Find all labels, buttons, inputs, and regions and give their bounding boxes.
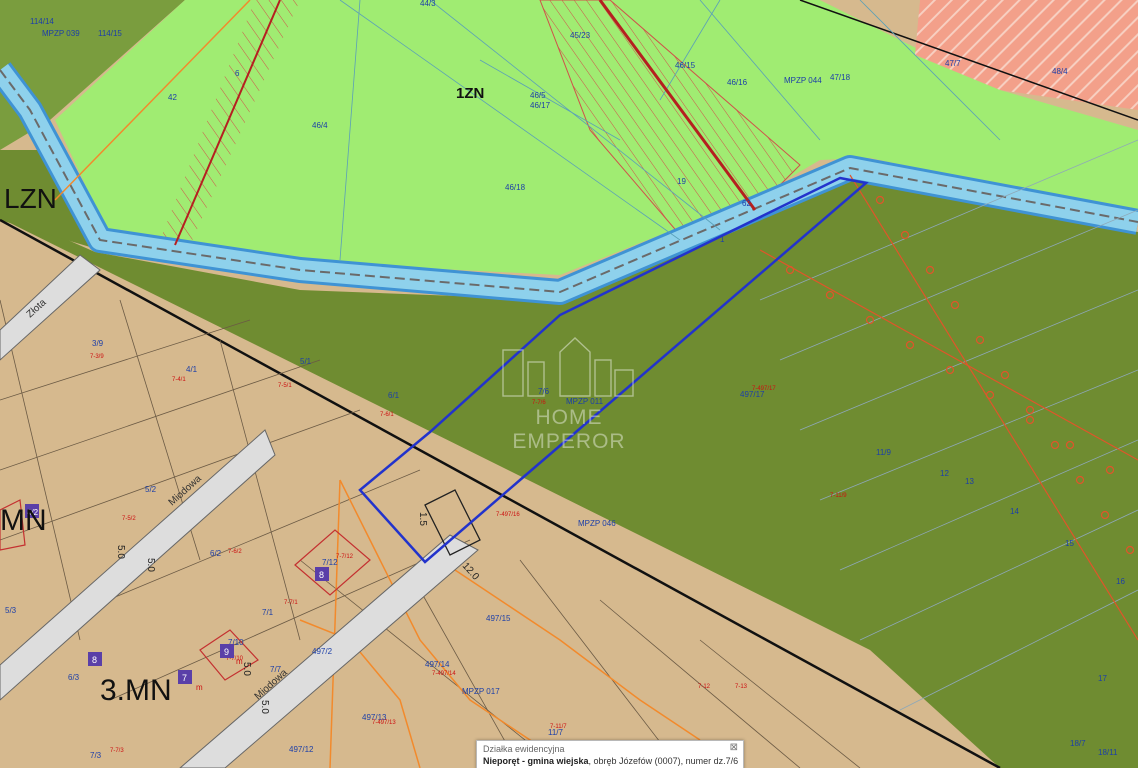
- red-label: 7-7/3: [110, 748, 124, 754]
- label-19: 19: [677, 177, 686, 186]
- label-6-1: 6/1: [388, 391, 400, 400]
- watermark-text: HOME EMPEROR: [512, 406, 626, 453]
- label-16: 16: [1116, 577, 1125, 586]
- label-46-15: 46/15: [675, 61, 696, 70]
- label-46-18: 46/18: [505, 183, 526, 192]
- label-7-1: 7/1: [262, 608, 274, 617]
- label-44-3: 44/3: [420, 0, 436, 8]
- close-icon[interactable]: ⊠: [730, 742, 738, 753]
- label-497-2: 497/2: [312, 647, 333, 656]
- parcel-info-popup: Działka ewidencyjna Nieporęt - gmina wie…: [476, 740, 744, 768]
- svg-text:5.0: 5.0: [241, 662, 252, 676]
- label-46-16: 46/16: [727, 78, 748, 87]
- label-12: 12: [940, 469, 949, 478]
- label-47-18: 47/18: [830, 73, 851, 82]
- red-label: 7-13: [735, 684, 748, 690]
- label-11-9: 11/9: [876, 448, 892, 457]
- popup-title: Działka ewidencyjna: [483, 744, 565, 754]
- svg-text:5.0: 5.0: [259, 700, 270, 714]
- red-label: 7-5/2: [122, 516, 136, 522]
- label-15: 15: [1065, 539, 1074, 548]
- label-114-15: 114/15: [98, 29, 122, 38]
- label-62: 62: [742, 199, 751, 208]
- red-label: 7-4/1: [172, 377, 186, 383]
- label-5-3: 5/3: [5, 606, 17, 615]
- label-497-15: 497/15: [486, 614, 511, 623]
- svg-text:5.0: 5.0: [115, 545, 126, 559]
- zone-mn: MN: [0, 504, 47, 537]
- label-13: 13: [965, 477, 974, 486]
- popup-body: Nieporęt - gmina wiejska, obręb Józefów …: [483, 756, 738, 766]
- label-497-14: 497/14: [425, 660, 450, 669]
- label-114-14: 114/14: [30, 17, 54, 26]
- label-6-3: 6/3: [68, 673, 80, 682]
- label-mpzp-017: MPZP 017: [462, 687, 500, 696]
- svg-text:8: 8: [319, 570, 324, 580]
- label-17: 17: [1098, 674, 1107, 683]
- svg-text:8: 8: [92, 655, 97, 665]
- red-label: 7-7/1: [284, 600, 298, 606]
- label-42: 42: [168, 93, 177, 102]
- label-6: 6: [235, 69, 240, 78]
- red-label: 7-497/16: [496, 512, 520, 518]
- zone-3mn: 3.MN: [100, 674, 172, 707]
- label-45-23: 45/23: [570, 31, 591, 40]
- label-46-5: 46/5: [530, 91, 546, 100]
- red-label: 7-11/7: [550, 724, 567, 730]
- svg-text:m: m: [196, 683, 203, 692]
- label-18-11: 18/11: [1098, 748, 1118, 757]
- red-label: 7-6/2: [228, 549, 242, 555]
- red-label: 7-497/14: [432, 671, 456, 677]
- label-497-12: 497/12: [289, 745, 314, 754]
- red-label: 7-7/12: [336, 554, 354, 560]
- zone-lzn: LZN: [4, 183, 57, 214]
- svg-text:7: 7: [182, 673, 187, 683]
- label-1: 1: [720, 235, 725, 244]
- popup-place: Nieporęt - gmina wiejska: [483, 756, 589, 766]
- label-6-2: 6/2: [210, 549, 222, 558]
- red-label: 7-11/9: [830, 493, 847, 499]
- red-label: 7-12: [698, 684, 711, 690]
- red-label: 7-3/9: [90, 354, 104, 360]
- red-label: 7-5/1: [278, 383, 292, 389]
- label-47-7: 47/7: [945, 59, 961, 68]
- popup-details: , obręb Józefów (0007), numer dz.7/6: [588, 756, 739, 766]
- label-5-1: 5/1: [300, 357, 312, 366]
- label-14: 14: [1010, 507, 1019, 516]
- label-mpzp-046: MPZP 046: [578, 519, 616, 528]
- watermark: HOME EMPEROR: [478, 338, 660, 453]
- label-mpzp-044: MPZP 044: [784, 76, 822, 85]
- label-3-9: 3/9: [92, 339, 104, 348]
- red-label: 7-497/17: [752, 386, 776, 392]
- label-mpzp-039: MPZP 039: [42, 29, 80, 38]
- label-4-1: 4/1: [186, 365, 198, 374]
- label-5-2: 5/2: [145, 485, 157, 494]
- label-18-7: 18/7: [1070, 739, 1086, 748]
- label-46-4: 46/4: [312, 121, 328, 130]
- red-label: 7-497/13: [372, 720, 396, 726]
- zone-1zn: 1ZN: [456, 85, 484, 102]
- svg-text:5.0: 5.0: [145, 558, 156, 572]
- red-label: 7-6/1: [380, 412, 394, 418]
- label-7-3: 7/3: [90, 751, 102, 760]
- svg-text:9: 9: [224, 647, 229, 657]
- map-viewport[interactable]: 114/14 114/15 44/3 45/23 46/15 46/16 47/…: [0, 0, 1138, 768]
- label-48-4: 48/4: [1052, 67, 1068, 76]
- label-46-17: 46/17: [530, 101, 551, 110]
- svg-text:1.5: 1.5: [417, 512, 428, 526]
